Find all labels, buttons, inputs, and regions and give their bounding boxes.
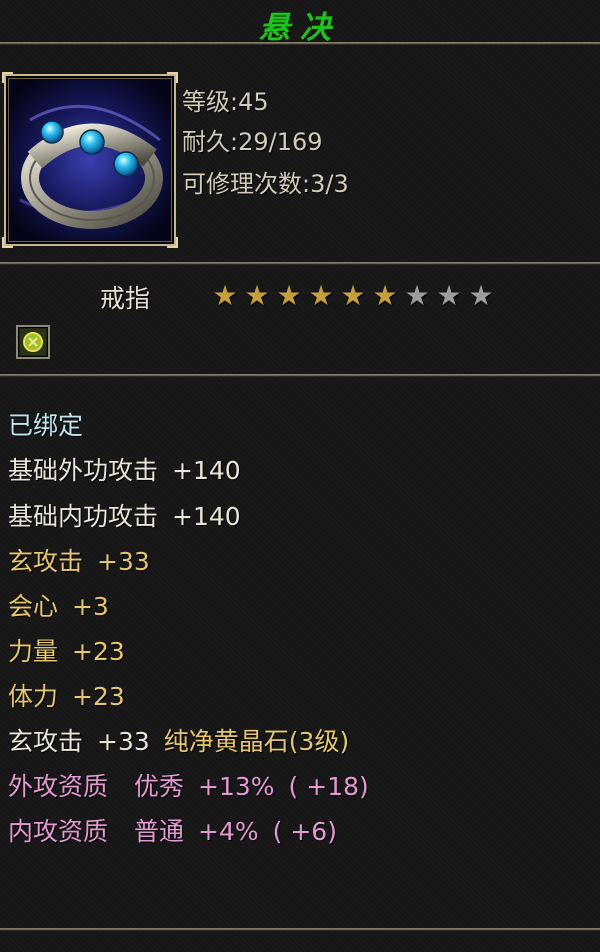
stat-value: 45 <box>238 88 269 116</box>
attr-value: +23 <box>72 682 125 711</box>
attr-name: 玄攻击 <box>8 547 84 576</box>
divider <box>0 374 600 377</box>
gem-slot[interactable] <box>16 325 50 359</box>
title-bar: 悬决 <box>0 0 600 46</box>
star-empty-icon: ★ <box>468 279 494 312</box>
stat-value: 3/3 <box>310 170 349 198</box>
quality-name: 内攻资质 <box>8 817 109 846</box>
quality-name: 外攻资质 <box>8 772 109 801</box>
item-name: 悬决 <box>259 10 341 46</box>
quality-percent: +13% <box>198 772 275 801</box>
quality-grade: 优秀 <box>134 772 185 801</box>
attr-name: 体力 <box>8 682 59 711</box>
attribute-row: 会心 +3 <box>8 592 109 622</box>
durability-stat: 耐久:29/169 <box>182 128 323 156</box>
attribute-row: 基础外功攻击 +140 <box>8 456 241 486</box>
quality-row: 内攻资质 普通 +4% ( +6) <box>8 817 337 847</box>
attr-value: +140 <box>172 456 241 485</box>
attr-value: +140 <box>172 502 241 531</box>
bound-status: 已绑定 <box>8 411 84 440</box>
star-empty-icon: ★ <box>436 279 462 312</box>
star-empty-icon: ★ <box>404 279 430 312</box>
star-filled-icon: ★ <box>340 279 366 312</box>
attribute-row: 力量 +23 <box>8 637 125 667</box>
star-filled-icon: ★ <box>276 279 302 312</box>
quality-bonus: ( +18) <box>288 772 369 801</box>
attribute-row: 体力 +23 <box>8 682 125 712</box>
attribute-row: 基础内功攻击 +140 <box>8 502 241 532</box>
quality-bonus: ( +6) <box>272 817 337 846</box>
attr-value: +23 <box>72 637 125 666</box>
attribute-row: 玄攻击 +33 <box>8 547 150 577</box>
stat-label: 等级 <box>182 88 230 116</box>
stat-label: 可修理次数 <box>182 170 302 198</box>
divider <box>0 928 600 931</box>
repair-count-stat: 可修理次数:3/3 <box>182 170 349 198</box>
stat-value: 29/169 <box>238 128 323 156</box>
attr-name: 基础内功攻击 <box>8 502 159 531</box>
gem-bonus-value: +33 <box>97 727 150 756</box>
star-filled-icon: ★ <box>308 279 334 312</box>
item-type: 戒指 <box>100 284 151 313</box>
blue-gem-ring-icon <box>10 80 170 240</box>
item-icon-frame[interactable] <box>2 72 178 248</box>
attr-name: 力量 <box>8 637 59 666</box>
gem-name: 纯净黄晶石(3级) <box>163 727 350 756</box>
attr-value: +33 <box>97 547 150 576</box>
quality-row: 外攻资质 优秀 +13% ( +18) <box>8 772 369 802</box>
star-filled-icon: ★ <box>244 279 270 312</box>
divider <box>0 42 600 45</box>
quality-percent: +4% <box>198 817 259 846</box>
attr-name: 基础外功攻击 <box>8 456 159 485</box>
yellow-gem-slot-icon <box>20 329 46 355</box>
attr-value: +3 <box>72 592 109 621</box>
gem-bonus-name: 玄攻击 <box>8 727 84 756</box>
quality-grade: 普通 <box>134 817 185 846</box>
divider <box>0 262 600 265</box>
star-filled-icon: ★ <box>212 279 238 312</box>
attr-name: 会心 <box>8 592 59 621</box>
star-rating: ★ ★ ★ ★ ★ ★ ★ ★ ★ <box>210 282 496 310</box>
gem-bonus-row: 玄攻击 +33 纯净黄晶石(3级) <box>8 727 349 757</box>
stat-label: 耐久 <box>182 128 230 156</box>
level-stat: 等级:45 <box>182 88 269 116</box>
item-tooltip: 悬决 等级:45 耐久:29/169 可修理次数:3/3 戒指 ★ ★ ★ ★ … <box>0 0 600 952</box>
star-filled-icon: ★ <box>372 279 398 312</box>
